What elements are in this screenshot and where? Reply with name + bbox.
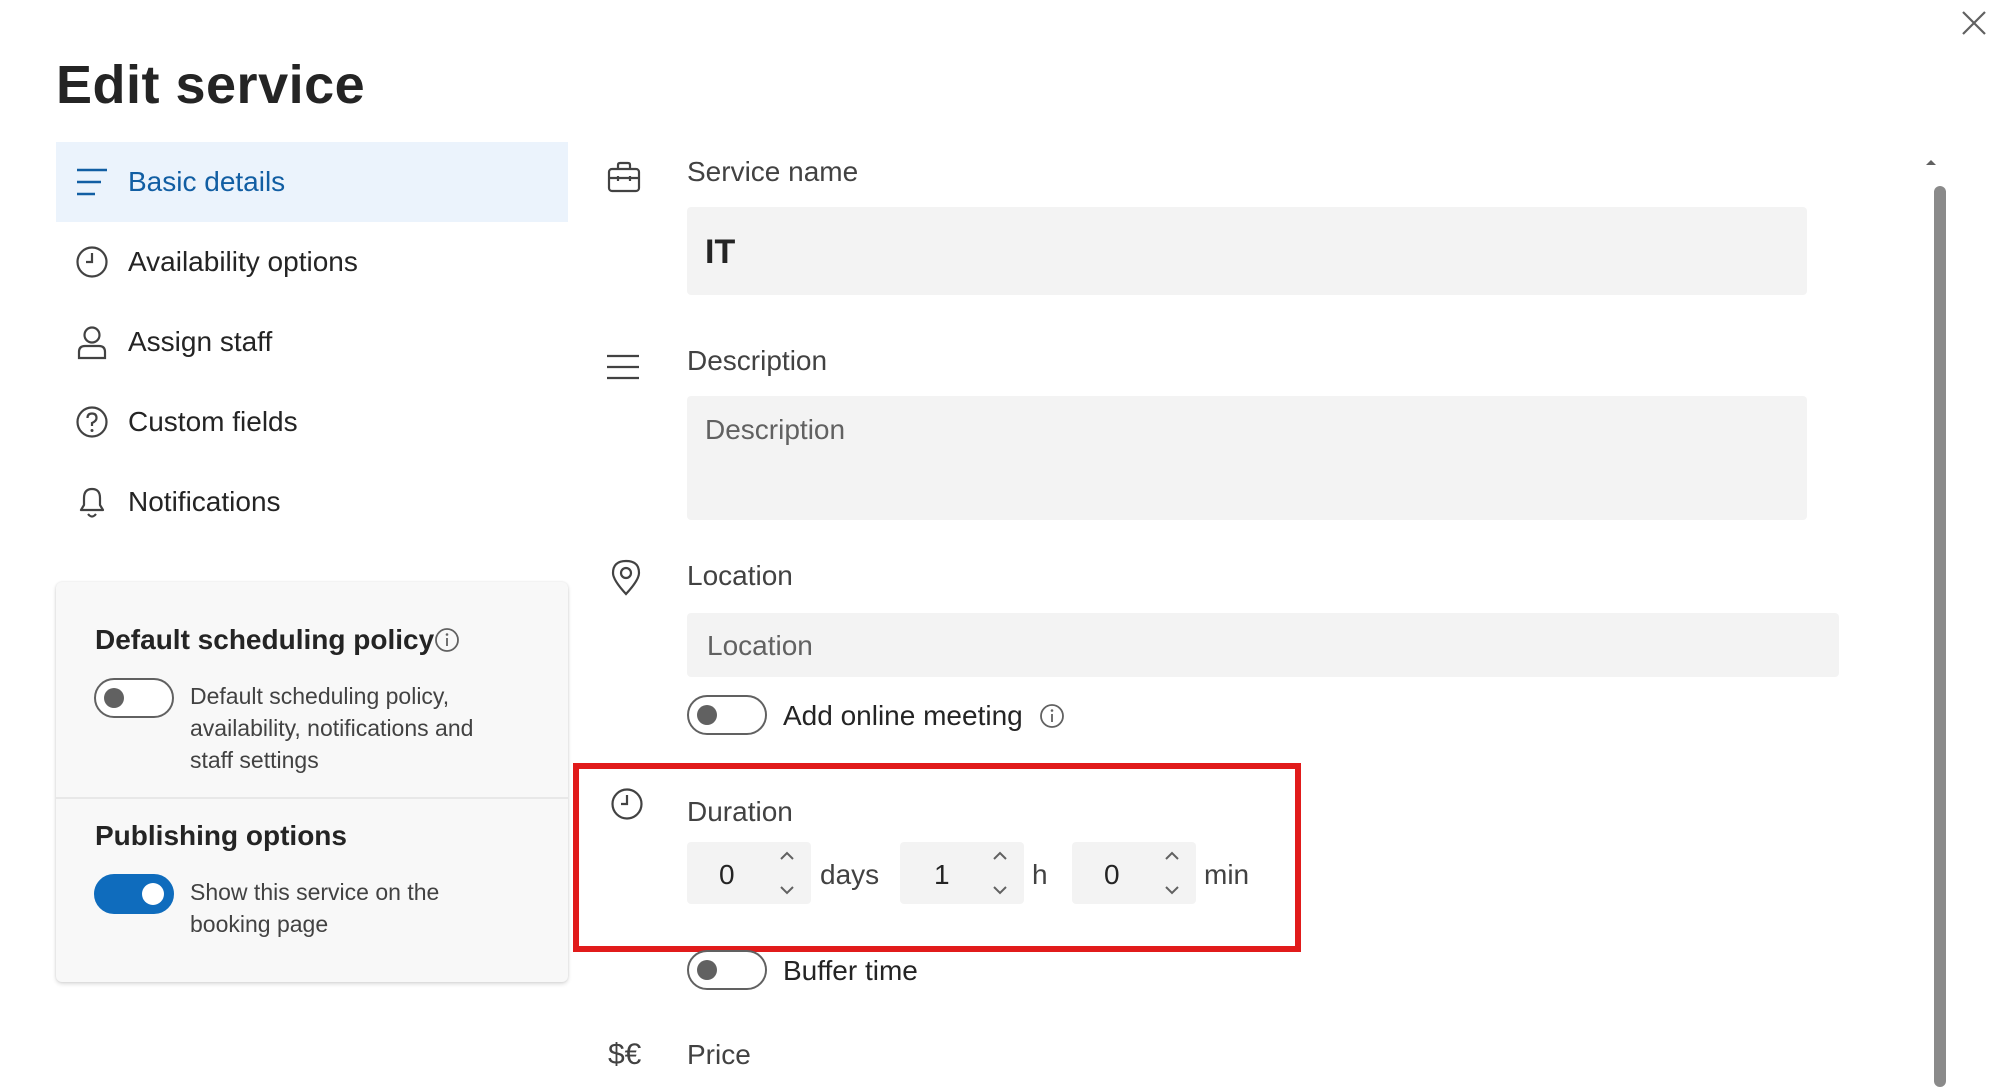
publishing-description: Show this service on the booking page [190,876,530,940]
scrollbar-thumb[interactable] [1934,186,1946,1087]
list-icon [72,162,112,202]
briefcase-icon [606,160,642,199]
question-icon [72,402,112,442]
nav-item-availability-options[interactable]: Availability options [56,222,568,302]
online-meeting-toggle[interactable] [687,695,767,735]
location-label: Location [687,560,793,591]
service-name-label: Service name [687,156,859,187]
description-label: Description [687,345,828,376]
location-pin-icon [610,558,642,601]
text-line: Default scheduling policy, [190,683,450,709]
default-policy-toggle[interactable] [94,678,174,718]
card-divider [56,797,568,799]
currency-icon: $€ [608,1038,642,1071]
duration-highlight-box [573,763,1301,952]
publishing-toggle[interactable] [94,874,174,914]
price-label: Price [687,1039,751,1070]
buffer-time-toggle[interactable] [687,950,767,990]
nav-item-label: Availability options [128,246,358,277]
text-line: Show this service on the [190,879,440,905]
clock-icon [72,242,112,282]
default-policy-description: Default scheduling policy, availability,… [190,680,530,776]
publishing-options-heading: Publishing options [95,820,347,851]
nav-item-assign-staff[interactable]: Assign staff [56,302,568,382]
online-meeting-label: Add online meeting [783,700,1023,731]
close-button[interactable] [1955,4,1991,40]
service-name-input[interactable]: IT [687,207,1807,295]
location-input[interactable]: Location [687,613,1839,677]
info-icon[interactable] [434,627,460,658]
text-line: booking page [190,911,329,937]
nav-item-basic-details[interactable]: Basic details [56,142,568,222]
text-line: staff settings [190,747,319,773]
page-title: Edit service [56,55,366,115]
scroll-up-arrow-icon[interactable] [1924,154,1938,172]
nav-item-label: Assign staff [128,326,273,357]
default-policy-heading: Default scheduling policy [95,624,435,655]
info-icon[interactable] [1039,703,1065,734]
person-icon [72,322,112,362]
text-lines-icon [605,352,641,387]
description-textarea[interactable]: Description [687,396,1807,520]
nav-item-custom-fields[interactable]: Custom fields [56,382,568,462]
service-name-value: IT [705,233,736,271]
bell-icon [72,482,112,522]
buffer-time-label: Buffer time [783,955,918,986]
text-line: availability, notifications and [190,715,474,741]
nav-item-notifications[interactable]: Notifications [56,462,568,542]
location-placeholder: Location [707,630,813,661]
nav-item-label: Custom fields [128,406,298,437]
nav-item-label: Basic details [128,166,286,197]
close-icon [1962,11,1986,35]
description-placeholder: Description [705,414,846,445]
nav-item-label: Notifications [128,486,281,517]
